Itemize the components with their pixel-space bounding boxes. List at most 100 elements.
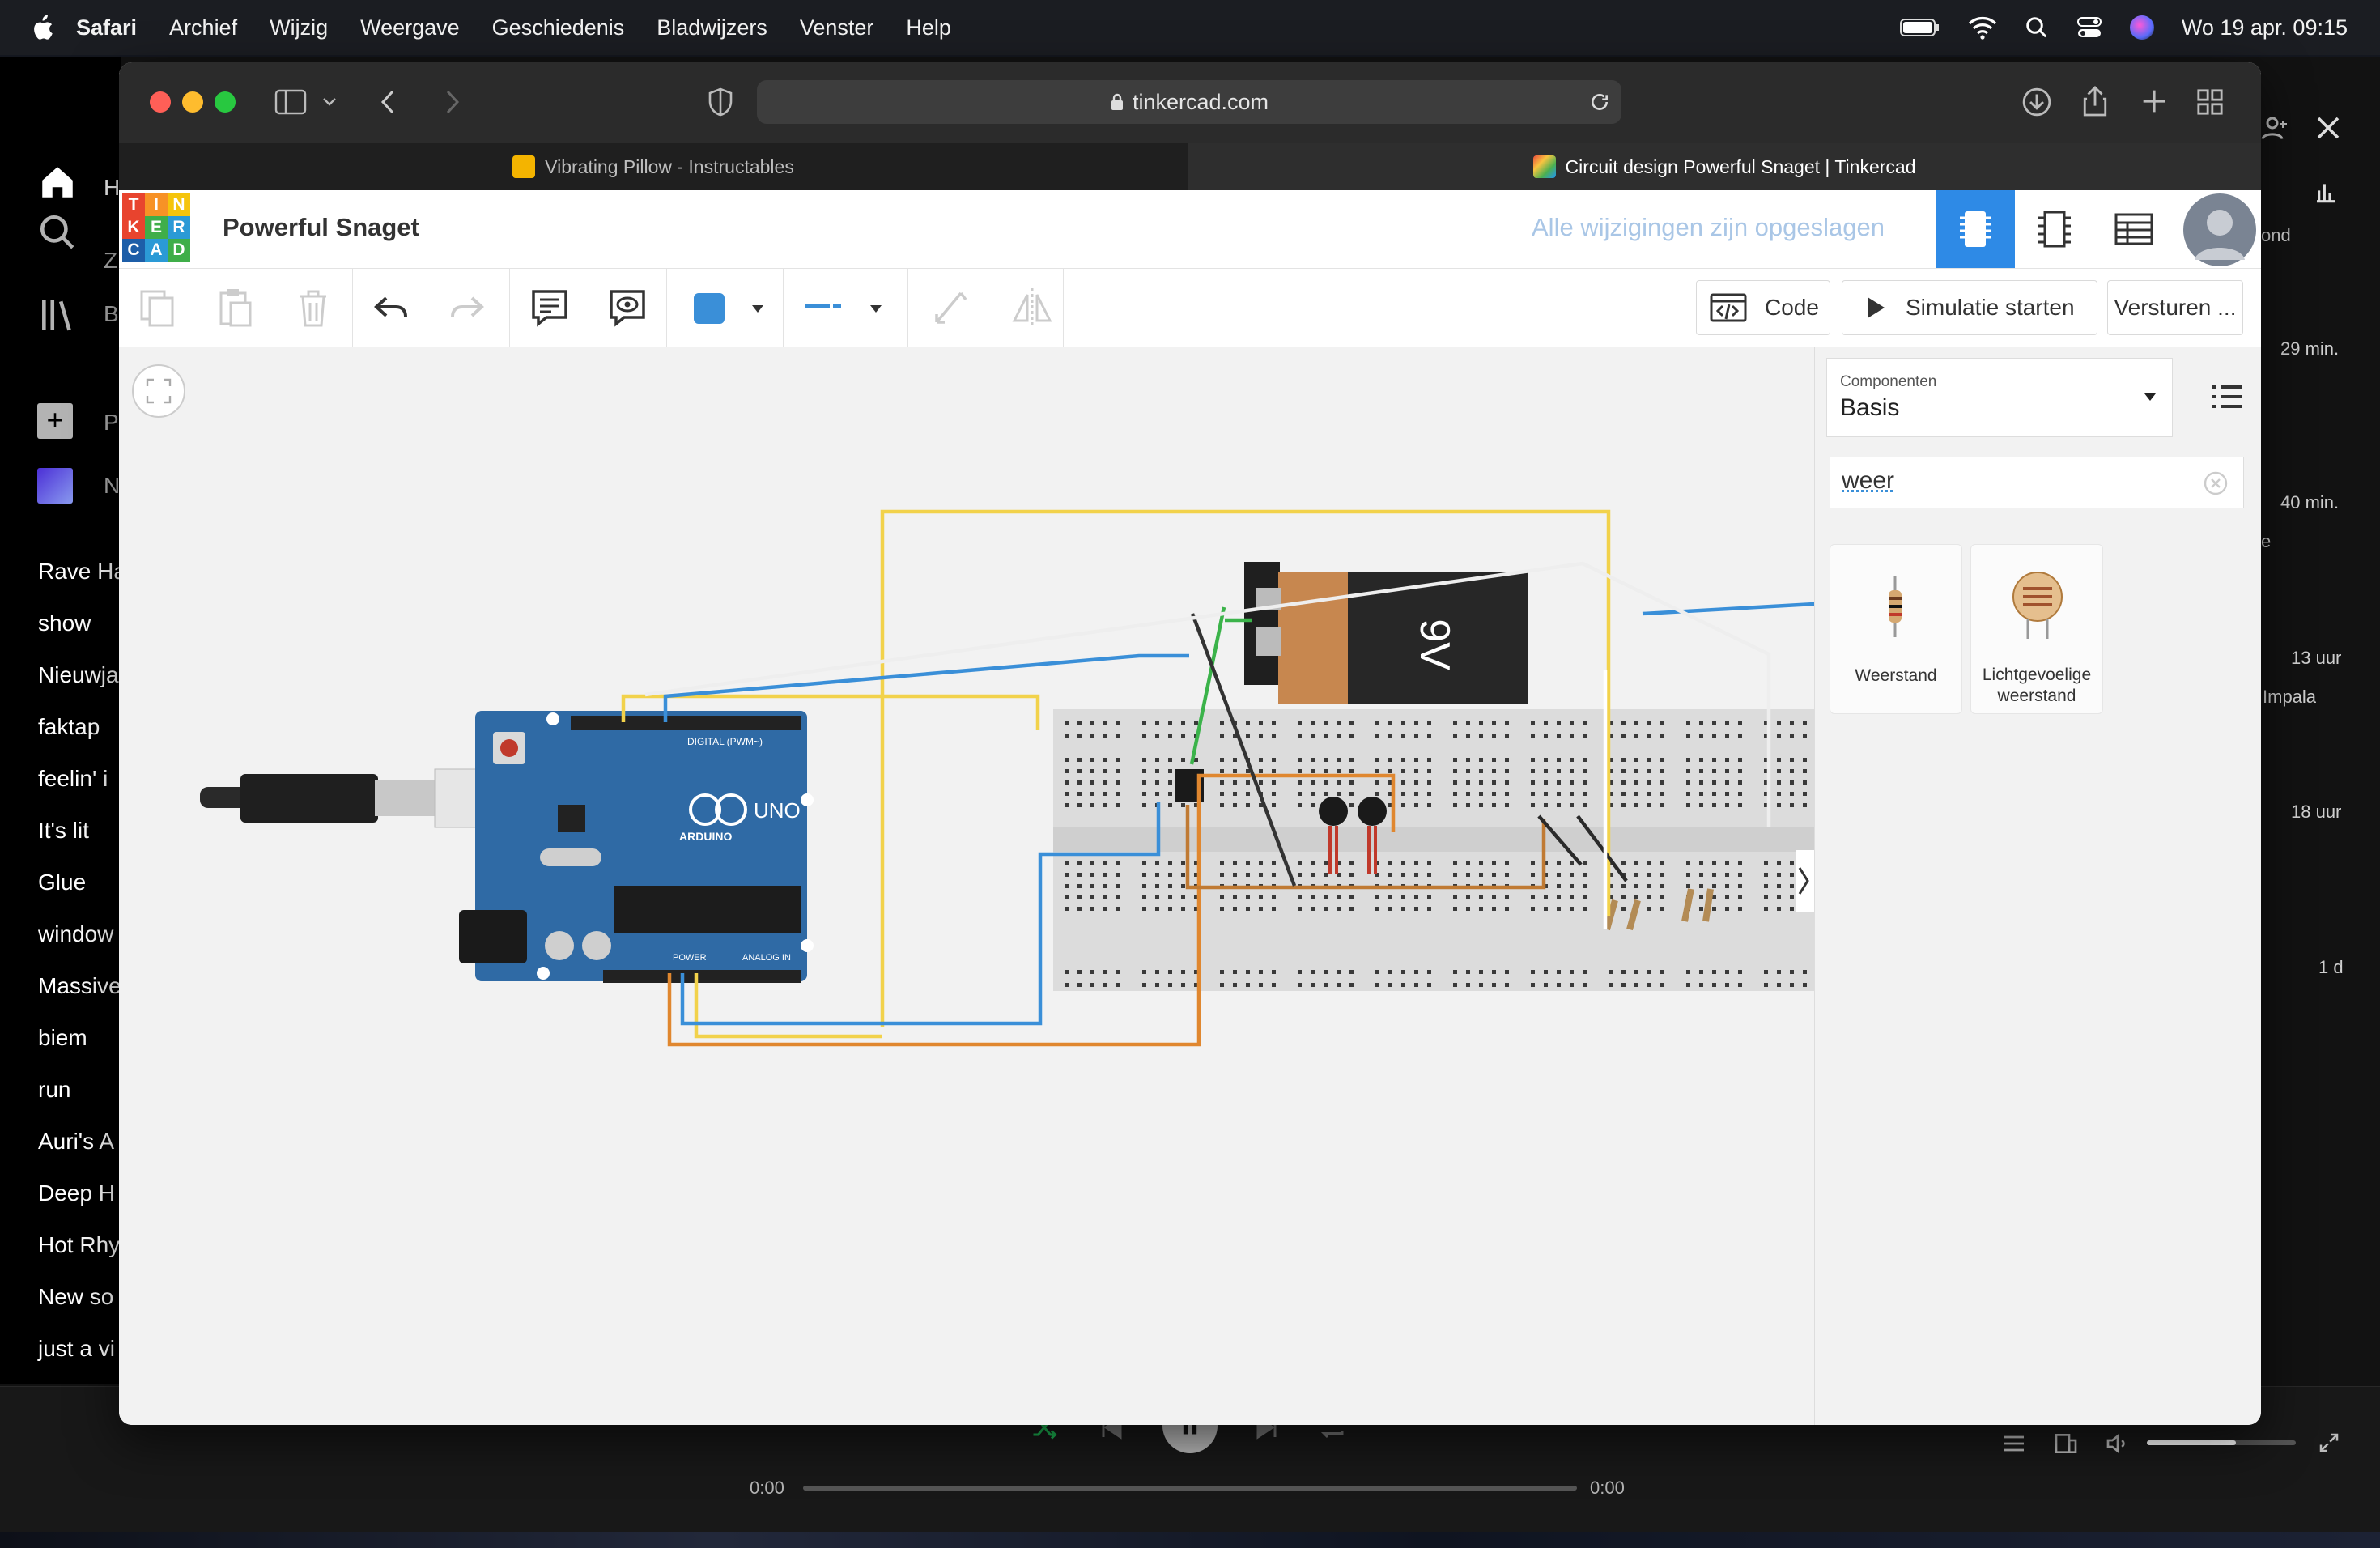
nav-search-label[interactable]: Z — [104, 248, 117, 274]
usb-cable[interactable] — [200, 768, 520, 828]
spotlight-icon[interactable] — [2025, 15, 2049, 40]
mirror-icon[interactable] — [1009, 285, 1055, 330]
playlist-item[interactable]: Deep H — [38, 1180, 115, 1206]
battery-9v[interactable]: 9V — [1244, 562, 1528, 704]
playlist-item[interactable]: Nieuwja — [38, 662, 119, 688]
project-title[interactable]: Powerful Snaget — [223, 213, 419, 242]
breadboard[interactable] — [1053, 709, 1814, 991]
notes-visibility-icon[interactable] — [605, 285, 650, 330]
component-card-resistor[interactable]: Weerstand — [1830, 544, 1962, 714]
menu-help[interactable]: Help — [906, 15, 951, 40]
schematic-view-button[interactable] — [2015, 190, 2094, 268]
panel-collapse-handle[interactable] — [1796, 850, 1814, 912]
send-button[interactable]: Versturen ... — [2107, 280, 2243, 335]
share-icon[interactable] — [2081, 85, 2109, 117]
arduino-uno-board[interactable]: UNO ARDUINO DIGITAL (PWM~) POWER ANALOG … — [459, 711, 814, 983]
tab-tinkercad[interactable]: Circuit design Powerful Snaget | Tinkerc… — [1188, 143, 2261, 190]
address-bar[interactable]: tinkercad.com — [757, 80, 1621, 124]
control-center-icon[interactable] — [2076, 15, 2102, 40]
tinkercad-logo[interactable]: T I N K E R C A D — [122, 194, 190, 262]
liked-songs-label[interactable]: N — [104, 473, 120, 499]
menu-wijzig[interactable]: Wijzig — [270, 15, 328, 40]
menu-archief[interactable]: Archief — [169, 15, 237, 40]
forward-icon[interactable] — [441, 88, 462, 116]
avatar[interactable] — [2183, 194, 2256, 266]
playlist-item[interactable]: It's lit — [38, 818, 89, 844]
playlist-item[interactable]: feelin' i — [38, 766, 108, 792]
menu-weergave[interactable]: Weergave — [360, 15, 460, 40]
home-icon[interactable] — [37, 162, 78, 202]
color-dropdown-icon[interactable] — [750, 303, 765, 314]
sidebar-icon[interactable] — [274, 88, 307, 116]
apple-icon[interactable] — [31, 15, 53, 41]
rotate-icon[interactable] — [929, 285, 974, 330]
fullscreen-icon[interactable] — [2317, 1431, 2341, 1455]
zoom-window-button[interactable] — [215, 91, 236, 113]
list-view-icon[interactable] — [2210, 384, 2244, 410]
volume-slider[interactable] — [2147, 1440, 2296, 1445]
components-dropdown[interactable]: Componenten Basis — [1826, 358, 2173, 437]
create-playlist-label[interactable]: P — [104, 410, 119, 436]
playlist-item[interactable]: run — [38, 1077, 70, 1103]
close-icon[interactable] — [2314, 113, 2343, 142]
playlist-item[interactable]: Rave Ha — [38, 559, 126, 585]
redo-icon[interactable] — [444, 285, 490, 330]
siri-icon[interactable] — [2129, 15, 2154, 40]
create-playlist-icon[interactable]: + — [37, 403, 73, 439]
clock[interactable]: Wo 19 apr. 09:15 — [2182, 15, 2348, 40]
component-list-button[interactable] — [2094, 190, 2174, 268]
shield-icon[interactable] — [707, 87, 734, 117]
minimize-window-button[interactable] — [182, 91, 203, 113]
wifi-icon[interactable] — [1968, 15, 1997, 40]
playlist-item[interactable]: Glue — [38, 870, 86, 895]
menu-venster[interactable]: Venster — [800, 15, 874, 40]
playlist-item[interactable]: just a vi — [38, 1336, 115, 1362]
liked-songs-icon[interactable] — [37, 468, 73, 504]
chevron-down-icon[interactable] — [321, 95, 338, 109]
copy-icon[interactable] — [135, 285, 181, 330]
playlist-item[interactable]: window — [38, 921, 113, 947]
tab-overview-icon[interactable] — [2196, 88, 2224, 116]
library-icon[interactable] — [37, 295, 78, 335]
circuit-view-button[interactable] — [1936, 190, 2015, 268]
new-tab-icon[interactable] — [2141, 88, 2167, 114]
circuit-canvas[interactable]: UNO ARDUINO DIGITAL (PWM~) POWER ANALOG … — [119, 347, 1814, 1425]
back-icon[interactable] — [378, 88, 399, 116]
playlist-item[interactable]: Massive — [38, 973, 121, 999]
clear-search-icon[interactable] — [2203, 470, 2229, 496]
menu-geschiedenis[interactable]: Geschiedenis — [492, 15, 625, 40]
volume-icon[interactable] — [2105, 1431, 2131, 1457]
wire-dropdown-icon[interactable] — [869, 303, 883, 314]
devices-icon[interactable] — [2053, 1431, 2079, 1457]
queue-icon[interactable] — [2001, 1431, 2027, 1457]
playlist-item[interactable]: biem — [38, 1025, 87, 1051]
color-swatch[interactable] — [694, 293, 725, 324]
battery-icon[interactable] — [1899, 17, 1940, 38]
trash-icon[interactable] — [291, 285, 336, 330]
search-icon[interactable] — [37, 212, 78, 253]
component-search-input[interactable]: weer — [1830, 457, 2244, 508]
playlist-item[interactable]: show — [38, 610, 91, 636]
playlist-item[interactable]: Auri's A — [38, 1129, 114, 1155]
wire-type-icon[interactable] — [804, 298, 846, 314]
playlist-item[interactable]: faktap — [38, 714, 100, 740]
playlist-item[interactable]: New so — [38, 1284, 113, 1310]
code-button[interactable]: Code — [1696, 280, 1830, 335]
component-card-photoresistor[interactable]: Lichtgevoelige weerstand — [1970, 544, 2103, 714]
playlist-item[interactable]: Hot Rhy — [38, 1232, 120, 1258]
friends-icon[interactable] — [2260, 113, 2289, 142]
download-icon[interactable] — [2021, 87, 2052, 117]
paste-icon[interactable] — [213, 285, 258, 330]
nav-library-label[interactable]: B — [104, 301, 119, 327]
close-window-button[interactable] — [150, 91, 171, 113]
progress-bar[interactable] — [803, 1486, 1577, 1491]
nav-home-label[interactable]: H — [104, 175, 120, 201]
reload-icon[interactable] — [1589, 91, 1610, 113]
notes-icon[interactable] — [527, 285, 572, 330]
menu-app-name[interactable]: Safari — [76, 15, 137, 40]
menu-bladwijzers[interactable]: Bladwijzers — [657, 15, 767, 40]
stats-icon[interactable] — [2314, 180, 2340, 206]
start-simulation-button[interactable]: Simulatie starten — [1842, 280, 2097, 335]
undo-icon[interactable] — [368, 285, 414, 330]
tab-instructables[interactable]: Vibrating Pillow - Instructables — [119, 143, 1188, 190]
